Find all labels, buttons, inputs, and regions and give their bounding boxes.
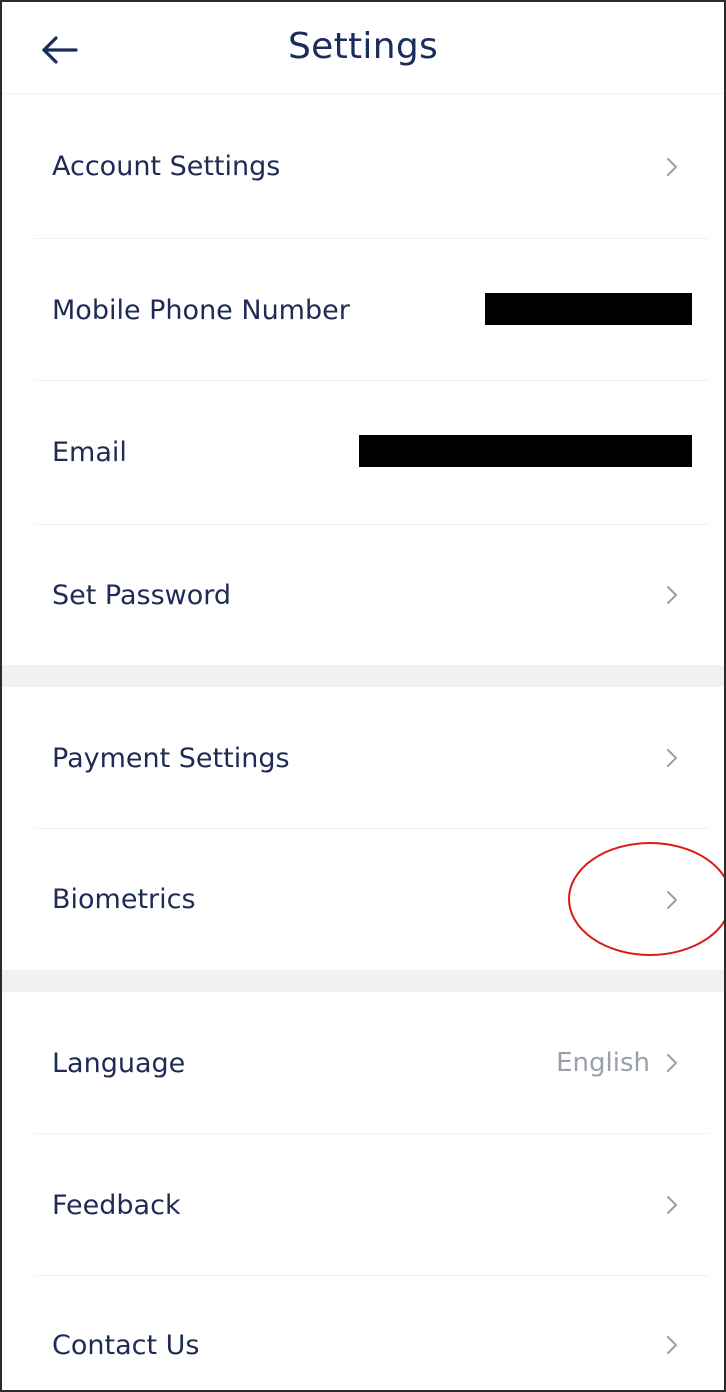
- row-feedback[interactable]: Feedback: [2, 1134, 724, 1276]
- language-label: Language: [52, 1048, 186, 1079]
- set-password-label: Set Password: [52, 580, 232, 611]
- row-biometrics[interactable]: Biometrics: [2, 829, 724, 970]
- chevron-right-icon: [667, 1336, 677, 1354]
- row-contact-us[interactable]: Contact Us: [2, 1276, 724, 1390]
- row-language[interactable]: Language English: [2, 992, 724, 1134]
- chevron-right-icon: [667, 586, 677, 604]
- account-settings-label: Account Settings: [52, 151, 281, 182]
- mobile-phone-number-label: Mobile Phone Number: [52, 295, 350, 326]
- chevron-right-icon: [667, 891, 677, 909]
- redacted-phone-value: [485, 293, 692, 325]
- chevron-right-icon: [667, 1054, 677, 1072]
- chevron-right-icon: [667, 749, 677, 767]
- section-gap: [2, 970, 724, 992]
- section-gap: [2, 665, 724, 687]
- header-bar: Settings: [2, 2, 724, 94]
- chevron-right-icon: [667, 1196, 677, 1214]
- row-payment-settings[interactable]: Payment Settings: [2, 687, 724, 829]
- row-mobile-phone-number[interactable]: Mobile Phone Number: [2, 239, 724, 381]
- payment-settings-label: Payment Settings: [52, 743, 290, 774]
- row-email[interactable]: Email: [2, 381, 724, 525]
- redacted-email-value: [359, 435, 692, 467]
- email-label: Email: [52, 437, 127, 468]
- page-title: Settings: [287, 26, 439, 67]
- row-set-password[interactable]: Set Password: [2, 525, 724, 665]
- language-value: English: [556, 1048, 650, 1078]
- biometrics-label: Biometrics: [52, 884, 196, 915]
- settings-screen: Settings Account Settings Mobile Phone N…: [0, 0, 726, 1392]
- chevron-right-icon: [667, 158, 677, 176]
- contact-us-label: Contact Us: [52, 1330, 200, 1361]
- row-account-settings[interactable]: Account Settings: [2, 95, 724, 239]
- feedback-label: Feedback: [52, 1190, 181, 1221]
